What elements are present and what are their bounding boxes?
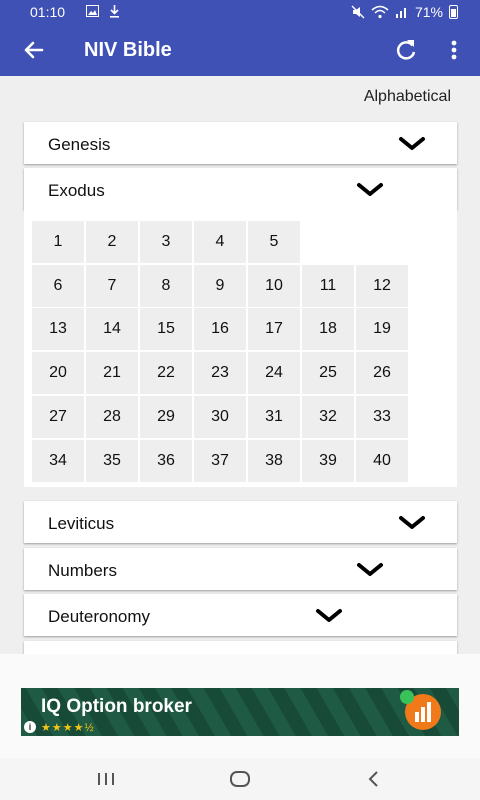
- chapter-cell[interactable]: 22: [140, 352, 192, 395]
- refresh-button[interactable]: [392, 36, 420, 64]
- app-title: NIV Bible: [84, 39, 172, 61]
- chapter-cell[interactable]: 39: [302, 439, 354, 482]
- chapter-cell[interactable]: 25: [302, 352, 354, 395]
- book-name: Numbers: [48, 561, 117, 580]
- chapter-cell[interactable]: 21: [86, 352, 138, 395]
- chapter-cell[interactable]: 31: [248, 395, 300, 438]
- chapter-cell[interactable]: 27: [32, 395, 84, 438]
- chapter-cell[interactable]: 23: [194, 352, 246, 395]
- chapter-cell[interactable]: 7: [86, 264, 138, 307]
- book-name: Genesis: [48, 135, 111, 154]
- ad-title: IQ Option broker: [41, 696, 192, 717]
- chapter-cell[interactable]: 14: [86, 308, 138, 351]
- chapter-cell[interactable]: 2: [86, 221, 138, 263]
- sort-label[interactable]: Alphabetical: [364, 88, 451, 106]
- signal-icon: [395, 8, 406, 18]
- chapter-cell[interactable]: 29: [140, 395, 192, 438]
- chevron-down-icon: [357, 183, 383, 196]
- status-icons-left: [86, 5, 120, 18]
- chapter-cell[interactable]: 5: [248, 221, 300, 263]
- refresh-icon: [396, 40, 416, 60]
- nav-back-button[interactable]: [362, 768, 386, 790]
- image-icon: [86, 5, 99, 17]
- chapter-cell[interactable]: 10: [248, 264, 300, 307]
- chapter-cell[interactable]: 1: [32, 221, 84, 263]
- book-name: Deuteronomy: [48, 607, 151, 626]
- book-name: Exodus: [48, 181, 105, 200]
- chevron-down-icon: [316, 609, 342, 622]
- book-name: Leviticus: [48, 514, 115, 533]
- chapter-cell[interactable]: 15: [140, 308, 192, 351]
- chapter-cell[interactable]: 13: [32, 308, 84, 351]
- recent-apps-icon: [98, 773, 114, 785]
- more-vert-icon: [451, 40, 457, 60]
- chapter-cell[interactable]: 4: [194, 221, 246, 263]
- system-nav-bar: [0, 758, 480, 800]
- status-icons-right: 71%: [351, 4, 458, 20]
- chapter-cell[interactable]: 38: [248, 439, 300, 482]
- chapter-cell[interactable]: 24: [248, 352, 300, 395]
- chapter-cell[interactable]: 6: [32, 264, 84, 307]
- status-time: 01:10: [30, 4, 66, 20]
- chapter-cell[interactable]: 8: [140, 264, 192, 307]
- chapter-cell[interactable]: 33: [356, 395, 408, 438]
- chapter-cell[interactable]: 3: [140, 221, 192, 263]
- back-arrow-button[interactable]: [20, 36, 48, 64]
- book-row-exodus[interactable]: Exodus: [24, 168, 457, 210]
- chapter-cell[interactable]: 9: [194, 264, 246, 307]
- back-icon: [368, 771, 378, 787]
- chapter-cell[interactable]: 18: [302, 308, 354, 351]
- battery-percent: 71%: [414, 4, 443, 20]
- chapter-cell[interactable]: 35: [86, 439, 138, 482]
- chevron-down-icon: [399, 516, 425, 529]
- ad-area: i IQ Option broker ★★★★½: [0, 654, 480, 758]
- back-arrow-icon: [24, 41, 44, 59]
- chevron-down-icon: [399, 137, 425, 150]
- recent-apps-button[interactable]: [94, 768, 118, 790]
- chapter-cell[interactable]: 12: [356, 264, 408, 307]
- chapter-cell[interactable]: 32: [302, 395, 354, 438]
- chapter-cell[interactable]: 26: [356, 352, 408, 395]
- chevron-down-icon: [357, 563, 383, 576]
- book-list: Alphabetical Genesis Exodus 1 2 3 4 5 6 7 8 9 10 1…: [0, 76, 480, 654]
- ad-banner[interactable]: i IQ Option broker ★★★★½: [21, 688, 459, 736]
- book-row-deuteronomy[interactable]: Deuteronomy: [24, 594, 457, 636]
- more-options-button[interactable]: [442, 36, 466, 64]
- chapter-cell[interactable]: 37: [194, 439, 246, 482]
- chapter-cell[interactable]: 36: [140, 439, 192, 482]
- diamond-badge-icon: [400, 690, 414, 704]
- chapter-cell[interactable]: 28: [86, 395, 138, 438]
- wifi-icon: [371, 5, 389, 19]
- mute-icon: [351, 5, 365, 19]
- ad-info-icon[interactable]: i: [24, 721, 36, 733]
- battery-icon: [449, 5, 458, 19]
- chapter-cell[interactable]: 16: [194, 308, 246, 351]
- home-button[interactable]: [228, 768, 252, 790]
- chapter-cell[interactable]: 17: [248, 308, 300, 351]
- book-row-genesis[interactable]: Genesis: [24, 122, 457, 164]
- chapter-cell[interactable]: 20: [32, 352, 84, 395]
- ad-rating-stars: ★★★★½: [41, 722, 95, 734]
- home-icon: [230, 771, 250, 787]
- chapter-cell[interactable]: 34: [32, 439, 84, 482]
- status-bar: 01:10 71%: [0, 0, 480, 24]
- chapter-grid: 1 2 3 4 5 6 7 8 9 10 11 12 13 14 15 16 17 18 19 20 21 22 23 24 2…: [24, 210, 457, 487]
- chapter-cell[interactable]: 19: [356, 308, 408, 351]
- chapter-cell[interactable]: 40: [356, 439, 408, 482]
- book-row-next[interactable]: [24, 641, 457, 654]
- book-row-numbers[interactable]: Numbers: [24, 548, 457, 590]
- app-bar: NIV Bible: [0, 24, 480, 76]
- download-icon: [110, 5, 119, 18]
- book-row-leviticus[interactable]: Leviticus: [24, 501, 457, 543]
- chapter-cell[interactable]: 11: [302, 264, 354, 307]
- chapter-cell[interactable]: 30: [194, 395, 246, 438]
